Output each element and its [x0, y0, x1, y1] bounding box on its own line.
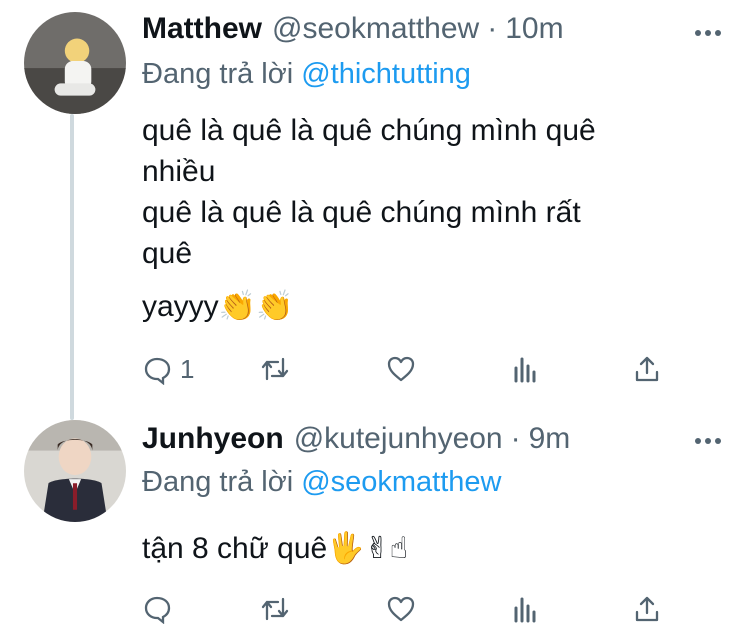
avatar[interactable]	[24, 12, 126, 114]
tweet-text-line: tận 8 chữ quê🖐✌☝	[142, 532, 408, 565]
reply-icon	[144, 357, 171, 385]
share-button[interactable]	[632, 354, 662, 384]
like-button[interactable]	[386, 594, 416, 624]
reply-mention-link[interactable]: @thichtutting	[301, 58, 471, 90]
like-icon	[387, 596, 415, 622]
timestamp[interactable]: 9m	[529, 422, 571, 456]
separator: ·	[510, 422, 521, 455]
share-icon	[635, 596, 659, 622]
replying-to: Đang trả lời @thichtutting	[142, 58, 471, 91]
replying-to-label: Đang trả lời	[142, 466, 294, 498]
more-options-icon[interactable]	[694, 28, 722, 38]
analytics-button[interactable]	[510, 594, 540, 624]
retweet-button[interactable]	[260, 354, 290, 384]
tweet-header: Junhyeon @kutejunhyeon · 9m	[142, 422, 570, 462]
user-handle[interactable]: @kutejunhyeon	[294, 422, 503, 456]
retweet-icon	[261, 597, 289, 621]
tweet-text: quê là quê là quê chúng mình quê nhiều q…	[142, 110, 712, 327]
replying-to-label: Đang trả lời	[142, 58, 294, 90]
reply-mention-link[interactable]: @seokmatthew	[301, 466, 501, 498]
tweet-text-line: nhiều	[142, 155, 216, 188]
avatar-photo	[24, 420, 126, 522]
display-name[interactable]: Junhyeon	[142, 422, 284, 456]
separator: ·	[487, 12, 498, 45]
reply-button[interactable]: 1	[142, 354, 194, 385]
timestamp[interactable]: 10m	[505, 12, 563, 46]
more-options-icon[interactable]	[694, 436, 722, 446]
thread-line	[70, 114, 74, 420]
tweet[interactable]: Matthew @seokmatthew · 10m Đang trả lời @…	[0, 0, 750, 420]
analytics-icon	[514, 597, 536, 623]
tweet-text-line: quê là quê là quê chúng mình rất	[142, 196, 581, 229]
tweet-header: Matthew @seokmatthew · 10m	[142, 12, 564, 52]
analytics-icon	[514, 357, 536, 383]
user-handle[interactable]: @seokmatthew	[272, 12, 479, 46]
analytics-button[interactable]	[510, 354, 540, 384]
reply-icon	[144, 596, 171, 624]
reply-count: 1	[180, 354, 195, 384]
replying-to: Đang trả lời @seokmatthew	[142, 466, 502, 499]
tweet-actions: 1	[142, 354, 702, 390]
tweet-text-line: quê	[142, 237, 193, 270]
like-icon	[387, 356, 415, 382]
tweet[interactable]: Junhyeon @kutejunhyeon · 9m Đang trả lời…	[0, 420, 750, 638]
tweet-actions	[142, 594, 702, 630]
like-button[interactable]	[386, 354, 416, 384]
avatar-photo	[24, 12, 126, 114]
retweet-button[interactable]	[260, 594, 290, 624]
share-icon	[635, 356, 659, 382]
tweet-text-line: yayyy👏👏	[142, 290, 294, 323]
share-button[interactable]	[632, 594, 662, 624]
reply-button[interactable]	[142, 594, 172, 624]
avatar[interactable]	[24, 420, 126, 522]
display-name[interactable]: Matthew	[142, 12, 262, 46]
tweet-text-line: quê là quê là quê chúng mình quê	[142, 114, 596, 147]
tweet-text: tận 8 chữ quê🖐✌☝	[142, 528, 712, 569]
retweet-icon	[261, 357, 289, 381]
